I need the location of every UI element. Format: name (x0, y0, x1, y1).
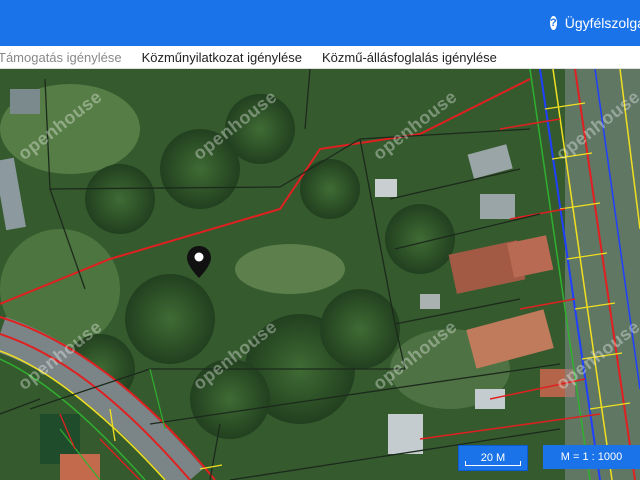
grass-patch (235, 244, 345, 294)
help-label: Ügyfélszolgálat (564, 15, 640, 31)
map-pin-icon[interactable] (187, 246, 211, 278)
scale-ratio: M = 1 : 1000 (543, 445, 640, 469)
tab-utility-declaration[interactable]: Közműnyilatkozat igénylése (132, 50, 312, 65)
map-view[interactable] (0, 69, 640, 480)
tab-utility-position[interactable]: Közmű-állásfoglalás igénylése (312, 50, 507, 65)
tab-bar: Támogatás igénylése Közműnyilatkozat igé… (0, 46, 640, 69)
question-circle-icon: ? (550, 16, 557, 30)
scale-bar: 20 M (458, 445, 528, 471)
tab-support-request[interactable]: Támogatás igénylése (0, 50, 132, 65)
top-bar: ? Ügyfélszolgálat (0, 0, 640, 46)
help-link[interactable]: ? Ügyfélszolgálat (550, 0, 640, 46)
map-canvas[interactable] (0, 69, 640, 480)
